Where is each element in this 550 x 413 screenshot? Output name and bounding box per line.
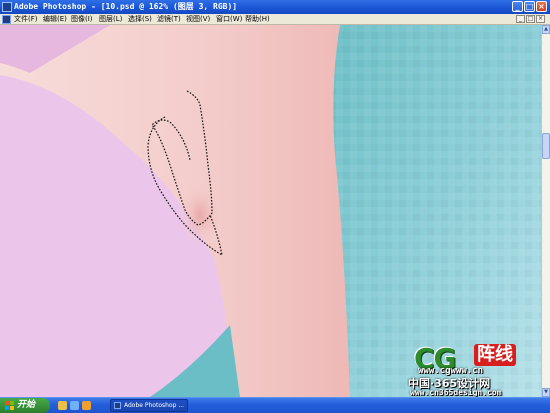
menu-help[interactable]: 帮助(H) [245,14,270,25]
photoshop-app-icon [2,2,12,12]
start-button[interactable]: 开始 [0,398,50,413]
taskbar-photoshop-button[interactable]: Adobe Photoshop ... [110,399,188,412]
doc-minimize-button[interactable]: _ [516,15,525,23]
close-button[interactable]: × [536,1,547,12]
window-titlebar[interactable]: Adobe Photoshop - [10.psd @ 162% (图层 3, … [0,0,550,14]
doc-restore-button[interactable]: □ [526,15,535,23]
menu-edit[interactable]: 编辑(E) [43,14,67,25]
scroll-up-arrow-icon[interactable]: ▲ [542,25,550,34]
scrollbar-thumb[interactable] [542,133,550,159]
watermark-badge: 阵线 [474,344,516,366]
quicklaunch-desktop-icon[interactable] [58,401,67,410]
windows-flag-icon [5,401,14,410]
document-icon[interactable] [2,15,11,24]
start-label: 开始 [17,400,36,410]
menu-image[interactable]: 图像(I) [71,14,93,25]
quicklaunch-ie-icon[interactable] [70,401,79,410]
doc-close-button[interactable]: × [536,15,545,23]
menu-view[interactable]: 视图(V) [186,14,210,25]
maximize-button[interactable]: □ [524,1,535,12]
menu-bar: 文件(F) 编辑(E) 图像(I) 图层(L) 选择(S) 滤镜(T) 视图(V… [0,14,550,25]
menu-select[interactable]: 选择(S) [128,14,152,25]
minimize-button[interactable]: _ [512,1,523,12]
skin-fold-shading [178,183,222,247]
menu-filter[interactable]: 滤镜(T) [157,14,181,25]
scroll-down-arrow-icon[interactable]: ▼ [542,388,550,397]
task-label: Adobe Photoshop ... [124,402,185,409]
quicklaunch-media-icon[interactable] [82,401,91,410]
vertical-scrollbar[interactable]: ▲ ▼ [541,25,550,397]
taskbar: 开始 Adobe Photoshop ... [0,397,550,413]
menu-window[interactable]: 窗口(W) [216,14,242,25]
menu-layer[interactable]: 图层(L) [99,14,122,25]
photoshop-task-icon [114,402,121,409]
site-watermark: CG 阵线 www.cgwww.cn 中国·365设计网 www.cn365de… [408,342,542,397]
menu-file[interactable]: 文件(F) [14,14,38,25]
window-title: Adobe Photoshop - [10.psd @ 162% (图层 3, … [14,2,238,11]
watermark-url: www.cn365design.com [410,388,502,397]
